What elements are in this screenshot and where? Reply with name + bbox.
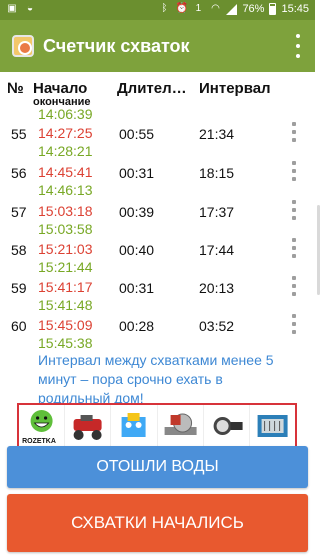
battery-icon xyxy=(269,3,277,15)
ad-toy-cube-image[interactable] xyxy=(111,405,158,447)
ad-banner[interactable]: ROZETKA xyxy=(17,403,297,449)
row-start-time: 14:45:41 xyxy=(38,164,93,180)
row-menu-icon[interactable] xyxy=(291,276,297,296)
row-duration: 00:31 xyxy=(119,165,155,181)
ad-toy-car-image[interactable] xyxy=(65,405,112,447)
row-duration: 00:40 xyxy=(119,242,155,258)
warning-message: Интервал между схватками менее 5 минут –… xyxy=(38,352,274,406)
row-interval: 18:15 xyxy=(199,165,235,181)
header-number: № xyxy=(7,80,24,97)
header-duration: Длител… xyxy=(117,80,187,97)
water-broke-button[interactable]: ОТОШЛИ ВОДЫ xyxy=(7,446,308,488)
app-logo-icon xyxy=(12,35,34,57)
row-number: 56 xyxy=(11,165,27,181)
row-duration: 00:31 xyxy=(119,280,155,296)
row-interval: 20:13 xyxy=(199,280,235,296)
app-bar: Счетчик схваток xyxy=(0,20,315,72)
row-menu-icon[interactable] xyxy=(291,161,297,181)
signal-icon xyxy=(226,3,238,15)
row-menu-icon[interactable] xyxy=(291,122,297,142)
row-start-time: 15:45:09 xyxy=(38,317,93,333)
row-number: 60 xyxy=(11,318,27,334)
ad-flashlight-image[interactable] xyxy=(204,405,250,447)
table-header: № Начало окончание Длител… Интервал xyxy=(0,74,315,110)
bluetooth-icon: ᛒ xyxy=(161,3,168,14)
row-menu-icon[interactable] xyxy=(291,238,297,258)
status-bar: ▣ ◒ ᛒ ⏰ 1 ◠ 76% 15:45 xyxy=(0,0,315,20)
row-number: 58 xyxy=(11,242,27,258)
row-number: 57 xyxy=(11,204,27,220)
row-start-time: 14:27:25 xyxy=(38,125,93,141)
header-start: Начало xyxy=(33,80,88,97)
row-number: 55 xyxy=(11,126,27,142)
rozetka-logo[interactable]: ROZETKA xyxy=(19,405,66,447)
ad-tool-set-image[interactable] xyxy=(250,405,295,447)
row-end-time: 15:45:38 xyxy=(38,335,93,351)
row-menu-icon[interactable] xyxy=(291,200,297,220)
row-menu-icon[interactable] xyxy=(291,314,297,334)
ad-saw-tool-image[interactable] xyxy=(158,405,204,447)
rozetka-brand-label: ROZETKA xyxy=(22,438,56,445)
row-start-time: 15:41:17 xyxy=(38,279,93,295)
row-duration: 00:55 xyxy=(119,126,155,142)
row-interval: 21:34 xyxy=(199,126,235,142)
header-interval: Интервал xyxy=(199,80,271,97)
row-number: 59 xyxy=(11,280,27,296)
wifi-icon: ◠ xyxy=(211,3,220,14)
row-duration: 00:28 xyxy=(119,318,155,334)
row-interval: 03:52 xyxy=(199,318,235,334)
android-notification-icon: ◒ xyxy=(26,3,34,14)
app-title: Счетчик схваток xyxy=(43,36,190,56)
row-duration: 00:39 xyxy=(119,204,155,220)
image-notification-icon: ▣ xyxy=(7,3,17,14)
status-time: 15:45 xyxy=(281,3,309,15)
row-interval: 17:44 xyxy=(199,242,235,258)
battery-level: 76% xyxy=(242,3,265,15)
row-start-time: 15:03:18 xyxy=(38,203,93,219)
sim-card-icon: 1 xyxy=(195,3,202,14)
alarm-icon: ⏰ xyxy=(175,3,188,14)
contractions-started-button[interactable]: СХВАТКИ НАЧАЛИСЬ xyxy=(7,494,308,552)
table-row: 60 15:45:09 15:45:38 00:28 03:52 xyxy=(0,308,315,353)
row-start-time: 15:21:03 xyxy=(38,241,93,257)
overflow-menu-icon[interactable] xyxy=(293,34,303,58)
row-interval: 17:37 xyxy=(199,204,235,220)
